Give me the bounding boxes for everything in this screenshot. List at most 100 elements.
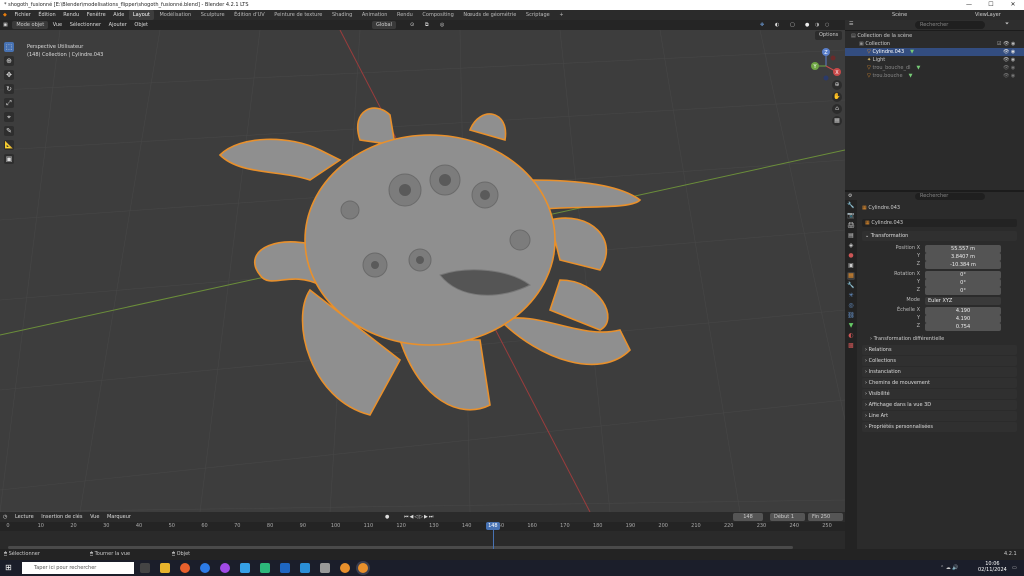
perspective-grid-icon[interactable]: ▦ bbox=[832, 116, 842, 126]
add-cube-tool[interactable]: ▣ bbox=[4, 154, 14, 164]
current-frame-field[interactable]: 148 bbox=[733, 513, 763, 521]
move-tool[interactable]: ✥ bbox=[4, 70, 14, 80]
cursor-tool[interactable]: ⊕ bbox=[4, 56, 14, 66]
particles-tab-icon[interactable]: ✳ bbox=[847, 292, 855, 300]
select-box-tool[interactable]: ⬚ bbox=[4, 42, 14, 52]
app-icon[interactable] bbox=[320, 563, 330, 573]
blender-logo-icon[interactable]: ◆ bbox=[0, 10, 10, 20]
line-art-panel-header[interactable]: › Line Art bbox=[862, 411, 1017, 421]
tab-compositing[interactable]: Compositing bbox=[418, 10, 457, 20]
playhead-frame-badge[interactable]: 148 bbox=[485, 522, 500, 530]
scene-selector[interactable]: Scène bbox=[892, 10, 907, 20]
rotation-y-field[interactable]: 0° bbox=[925, 279, 1001, 287]
timeline-ruler[interactable]: 0102030405060708090100110120130140150160… bbox=[0, 522, 845, 531]
zoom-icon[interactable]: ⊕ bbox=[832, 80, 842, 90]
relations-panel-header[interactable]: › Relations bbox=[862, 345, 1017, 355]
tab-modeling[interactable]: Modélisation bbox=[155, 10, 195, 20]
xray-icon[interactable]: ▢ bbox=[790, 20, 795, 30]
rotation-x-field[interactable]: 0° bbox=[925, 271, 1001, 279]
media-player-icon[interactable] bbox=[220, 563, 230, 573]
store-icon[interactable] bbox=[240, 563, 250, 573]
outliner-row-selected[interactable]: ▽ Cylindre.043 ▼ 👁 ◉ bbox=[845, 48, 1024, 56]
menu-keying[interactable]: Insertion de clés bbox=[38, 512, 85, 522]
shading-rendered-icon[interactable]: ○ bbox=[825, 20, 829, 30]
file-explorer-icon[interactable] bbox=[160, 563, 170, 573]
object-tab-icon[interactable]: ▦ bbox=[847, 272, 855, 280]
view-layer-tab-icon[interactable]: ▤ bbox=[847, 232, 855, 240]
scale-tool[interactable]: ⤢ bbox=[4, 98, 14, 108]
shading-material-icon[interactable]: ◑ bbox=[815, 20, 819, 30]
outliner-row[interactable]: ▽ trou.bouche ▼ 👁 ◉ bbox=[845, 72, 1024, 80]
tab-uv-editing[interactable]: Édition d'UV bbox=[230, 10, 269, 20]
close-button[interactable]: ✕ bbox=[1002, 0, 1024, 10]
tab-rendering[interactable]: Rendu bbox=[393, 10, 417, 20]
tab-geometry-nodes[interactable]: Nœuds de géométrie bbox=[459, 10, 520, 20]
overlays-icon[interactable]: ◐ bbox=[775, 20, 779, 30]
record-icon[interactable]: ● bbox=[385, 512, 389, 522]
monster-model[interactable] bbox=[200, 100, 660, 430]
blender-taskbar-icon[interactable] bbox=[340, 563, 350, 573]
task-view-icon[interactable] bbox=[140, 563, 150, 573]
maximize-button[interactable]: ☐ bbox=[980, 0, 1002, 10]
outliner-editor-icon[interactable]: ☰ bbox=[849, 21, 853, 27]
constraints-tab-icon[interactable]: ⛓ bbox=[847, 312, 855, 320]
menu-timeline-view[interactable]: Vue bbox=[87, 512, 102, 522]
menu-render[interactable]: Rendu bbox=[60, 10, 82, 20]
transform-panel-header[interactable]: ⌄ Transformation bbox=[862, 231, 1017, 241]
object-name[interactable]: Cylindre.043 bbox=[868, 205, 900, 211]
edge-icon[interactable] bbox=[200, 563, 210, 573]
mode-selector[interactable]: Mode objet bbox=[12, 21, 49, 29]
scale-z-field[interactable]: 0.754 bbox=[925, 323, 1001, 331]
rotation-z-field[interactable]: 0° bbox=[925, 287, 1001, 295]
pan-hand-icon[interactable]: ✋ bbox=[832, 92, 842, 102]
tab-layout[interactable]: Layout bbox=[128, 10, 154, 20]
menu-object[interactable]: Objet bbox=[131, 20, 151, 30]
end-frame-field[interactable]: Fin 250 bbox=[808, 513, 843, 521]
tab-animation[interactable]: Animation bbox=[358, 10, 392, 20]
menu-add[interactable]: Ajouter bbox=[106, 20, 130, 30]
outliner-search-input[interactable]: Rechercher bbox=[915, 21, 985, 29]
tab-sculpting[interactable]: Sculpture bbox=[197, 10, 229, 20]
rotate-tool[interactable]: ↻ bbox=[4, 84, 14, 94]
measure-tool[interactable]: 📐 bbox=[4, 140, 14, 150]
texture-tab-icon[interactable]: ▩ bbox=[847, 342, 855, 350]
render-tab-icon[interactable]: 📷 bbox=[847, 212, 855, 220]
data-tab-icon[interactable]: ▼ bbox=[847, 322, 855, 330]
menu-edit[interactable]: Édition bbox=[35, 10, 58, 20]
blender-active-taskbar-icon[interactable] bbox=[358, 563, 368, 573]
menu-file[interactable]: Fichier bbox=[11, 10, 33, 20]
start-frame-field[interactable]: Début 1 bbox=[770, 513, 805, 521]
tab-shading[interactable]: Shading bbox=[328, 10, 356, 20]
filter-icon[interactable]: ⏷ bbox=[1005, 21, 1009, 27]
menu-select[interactable]: Sélectionner bbox=[67, 20, 104, 30]
annotate-tool[interactable]: ✎ bbox=[4, 126, 14, 136]
viewport-display-panel-header[interactable]: › Affichage dans la vue 3D bbox=[862, 400, 1017, 410]
outliner-row[interactable]: ▤ Collection de la scène bbox=[845, 32, 1024, 40]
position-z-field[interactable]: -10.384 m bbox=[925, 261, 1001, 269]
material-tab-icon[interactable]: ◐ bbox=[847, 332, 855, 340]
object-datablock-field[interactable]: ▦ Cylindre.043 bbox=[862, 219, 1017, 227]
shading-solid-icon[interactable]: ● bbox=[805, 20, 809, 30]
minimize-button[interactable]: — bbox=[958, 0, 980, 10]
taskbar-search-input[interactable]: Taper ici pour rechercher bbox=[22, 562, 134, 574]
outliner-row[interactable]: ▽ trou_bouche_dl ▼ 👁 ◉ bbox=[845, 64, 1024, 72]
world-tab-icon[interactable]: ● bbox=[847, 252, 855, 260]
modifiers-tab-icon[interactable]: 🔧 bbox=[847, 282, 855, 290]
editor-type-icon[interactable]: ▣ bbox=[0, 20, 11, 30]
visibility-panel-header[interactable]: › Visibilité bbox=[862, 389, 1017, 399]
scene-tab-icon[interactable]: ◈ bbox=[847, 242, 855, 250]
outliner-row[interactable]: ✦ Light 👁 ◉ bbox=[845, 56, 1024, 64]
transform-tool[interactable]: ⌖ bbox=[4, 112, 14, 122]
instancing-panel-header[interactable]: › Instanciation bbox=[862, 367, 1017, 377]
outliner-row[interactable]: ▣ Collection ☑ 👁 ◉ bbox=[845, 40, 1024, 48]
tool-tab-icon[interactable]: 🔧 bbox=[847, 202, 855, 210]
position-y-field[interactable]: 3.8407 m bbox=[925, 253, 1001, 261]
menu-marker[interactable]: Marqueur bbox=[104, 512, 134, 522]
playback-controls[interactable]: ⏮◀◁▷▶⏭ bbox=[404, 512, 434, 522]
transform-orientation-dropdown[interactable]: Global bbox=[372, 21, 396, 29]
scale-y-field[interactable]: 4.190 bbox=[925, 315, 1001, 323]
rotation-mode-dropdown[interactable]: Euler XYZ bbox=[925, 297, 1001, 305]
tab-scripting[interactable]: Scriptage bbox=[522, 10, 554, 20]
system-tray-icons[interactable]: ⌃ ☁ 🔊 bbox=[940, 560, 959, 576]
clock[interactable]: 10:06 02/11/2024 bbox=[978, 561, 1007, 573]
